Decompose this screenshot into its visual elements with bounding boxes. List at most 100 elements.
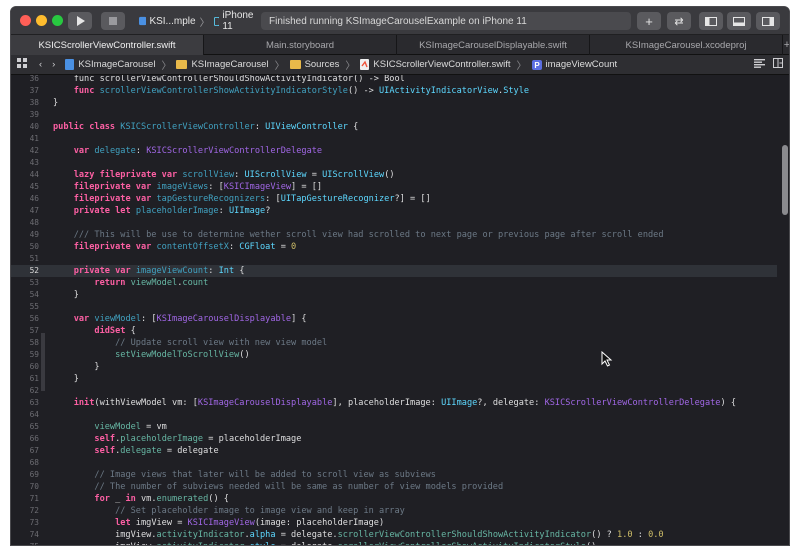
code-line[interactable]: 39: [11, 109, 777, 121]
code-line[interactable]: 64: [11, 409, 777, 421]
play-icon: [76, 16, 85, 26]
code-token: :: [218, 206, 229, 216]
code-token: ] = []: [291, 182, 323, 192]
code-line[interactable]: 67 self.delegate = delegate: [11, 445, 777, 457]
code-line[interactable]: 72 // Set placeholder image to image vie…: [11, 505, 777, 517]
code-text: private let placeholderImage: UIImage?: [53, 205, 271, 217]
code-line[interactable]: 38}: [11, 97, 777, 109]
code-line[interactable]: 74 imgView.activityIndicator.alpha = del…: [11, 529, 777, 541]
code-token: () ?: [591, 530, 618, 540]
code-line[interactable]: 42 var delegate: KSICScrollerViewControl…: [11, 145, 777, 157]
folder-icon: [176, 60, 188, 69]
code-line[interactable]: 52 private var imageViewCount: Int {: [11, 265, 777, 277]
breadcrumb-sources[interactable]: Sources: [289, 59, 339, 70]
swift-file-icon: [360, 59, 370, 70]
code-token: count: [182, 278, 209, 288]
minimize-window-button[interactable]: [36, 15, 47, 26]
breadcrumb-file[interactable]: KSICScrollerViewController.swift: [360, 59, 511, 70]
code-line[interactable]: 43: [11, 157, 777, 169]
vertical-scrollbar[interactable]: [779, 75, 789, 545]
code-text: var delegate: KSICScrollerViewController…: [53, 145, 322, 157]
breadcrumb-symbol[interactable]: P imageViewCount: [531, 59, 617, 70]
code-token: {: [125, 326, 136, 336]
tab-main-storyboard[interactable]: Main.storyboard: [204, 35, 397, 55]
navigator-toggle-button[interactable]: [699, 12, 723, 30]
code-line[interactable]: 47 private let placeholderImage: UIImage…: [11, 205, 777, 217]
code-line[interactable]: 73 let imgView = KSICImageView(image: pl…: [11, 517, 777, 529]
tab-image-carousel-displayable[interactable]: KSImageCarouselDisplayable.swift: [397, 35, 590, 55]
code-line[interactable]: 48: [11, 217, 777, 229]
code-text: init(withViewModel vm: [KSImageCarouselD…: [53, 397, 736, 409]
forward-icon[interactable]: ›: [52, 59, 55, 70]
code-line[interactable]: 54 }: [11, 289, 777, 301]
code-token: UIScrollView: [244, 170, 307, 180]
code-text: lazy fileprivate var scrollView: UIScrol…: [53, 169, 395, 181]
code-token: fileprivate var: [73, 182, 152, 192]
code-line[interactable]: 41: [11, 133, 777, 145]
line-number: 69: [29, 470, 39, 479]
code-line[interactable]: 37 func scrollerViewControllerShowActivi…: [11, 85, 777, 97]
code-text: func scrollerViewControllerShowActivityI…: [53, 85, 529, 97]
code-line[interactable]: 49 /// This will be use to determine wet…: [11, 229, 777, 241]
code-token: ] {: [291, 314, 307, 324]
code-line[interactable]: 59 setViewModelToScrollView(): [11, 349, 777, 361]
code-line[interactable]: 45 fileprivate var imageViews: [KSICImag…: [11, 181, 777, 193]
code-line[interactable]: 44 lazy fileprivate var scrollView: UISc…: [11, 169, 777, 181]
code-line[interactable]: 75 imgView.activityIndicator.style = del…: [11, 541, 777, 545]
code-token: init: [73, 398, 95, 408]
code-line[interactable]: 58 // Update scroll view with new view m…: [11, 337, 777, 349]
line-number: 67: [29, 446, 39, 455]
code-line[interactable]: 69 // Image views that later will be add…: [11, 469, 777, 481]
tab-xcodeproj[interactable]: KSImageCarousel.xcodeproj: [590, 35, 783, 55]
code-line[interactable]: 61 }: [11, 373, 777, 385]
run-button[interactable]: [68, 12, 92, 30]
stop-button[interactable]: [101, 12, 125, 30]
source-editor[interactable]: 36 func scrollerViewControllerShouldShow…: [11, 75, 789, 545]
close-window-button[interactable]: [20, 15, 31, 26]
code-review-button[interactable]: ⇄: [667, 12, 691, 30]
inspector-toggle-button[interactable]: [756, 12, 780, 30]
code-line[interactable]: 51: [11, 253, 777, 265]
line-number: 62: [29, 386, 39, 395]
tab-scroller-view-controller[interactable]: KSICScrollerViewController.swift: [11, 35, 204, 55]
code-line[interactable]: 68: [11, 457, 777, 469]
code-line[interactable]: 62: [11, 385, 777, 397]
code-line[interactable]: 55: [11, 301, 777, 313]
code-line[interactable]: 40 public class KSICScrollerViewControlle…: [11, 121, 777, 133]
debug-area-toggle-button[interactable]: [727, 12, 751, 30]
code-token: tapGestureRecognizers: [156, 194, 266, 204]
code-token: = delegate.: [275, 530, 338, 540]
zoom-window-button[interactable]: [52, 15, 63, 26]
code-line[interactable]: 57 didSet {: [11, 325, 777, 337]
scrollbar-thumb[interactable]: [782, 145, 788, 215]
line-number: 43: [29, 158, 39, 167]
code-token: UIViewController: [265, 122, 348, 132]
code-line[interactable]: 53 return viewModel.count: [11, 277, 777, 289]
code-line[interactable]: 65 viewModel = vm: [11, 421, 777, 433]
related-items-icon[interactable]: [17, 58, 27, 71]
scheme-selector[interactable]: KSI...mple 〉 iPhone 11: [139, 10, 259, 32]
breadcrumb-project[interactable]: KSImageCarousel: [65, 59, 155, 70]
xcode-window: KSI...mple 〉 iPhone 11 Finished running …: [10, 6, 790, 546]
toolbar: KSI...mple 〉 iPhone 11 Finished running …: [11, 7, 789, 35]
code-line[interactable]: 71 for _ in vm.enumerated() {: [11, 493, 777, 505]
code-text: setViewModelToScrollView(): [53, 349, 250, 361]
library-button[interactable]: +: [637, 12, 661, 30]
code-line[interactable]: 70 // The number of subviews needed will…: [11, 481, 777, 493]
code-line[interactable]: 66 self.placeholderImage = placeholderIm…: [11, 433, 777, 445]
code-line[interactable]: 46 fileprivate var tapGestureRecognizers…: [11, 193, 777, 205]
code-line[interactable]: 56 var viewModel: [KSImageCarouselDispla…: [11, 313, 777, 325]
code-line[interactable]: 36 func scrollerViewControllerShouldShow…: [11, 75, 777, 85]
code-line[interactable]: 63 init(withViewModel vm: [KSImageCarous…: [11, 397, 777, 409]
code-line[interactable]: 50 fileprivate var contentOffsetX: CGFlo…: [11, 241, 777, 253]
new-tab-button[interactable]: +: [783, 35, 789, 54]
back-icon[interactable]: ‹: [39, 59, 42, 70]
breadcrumb-group[interactable]: KSImageCarousel: [176, 59, 269, 70]
add-editor-icon[interactable]: [773, 58, 783, 71]
code-token: 0: [291, 242, 297, 252]
minimap-toggle-icon[interactable]: [754, 58, 765, 71]
code-line[interactable]: 60 }: [11, 361, 777, 373]
code-token: {: [234, 266, 245, 276]
code-text: didSet {: [53, 325, 136, 337]
